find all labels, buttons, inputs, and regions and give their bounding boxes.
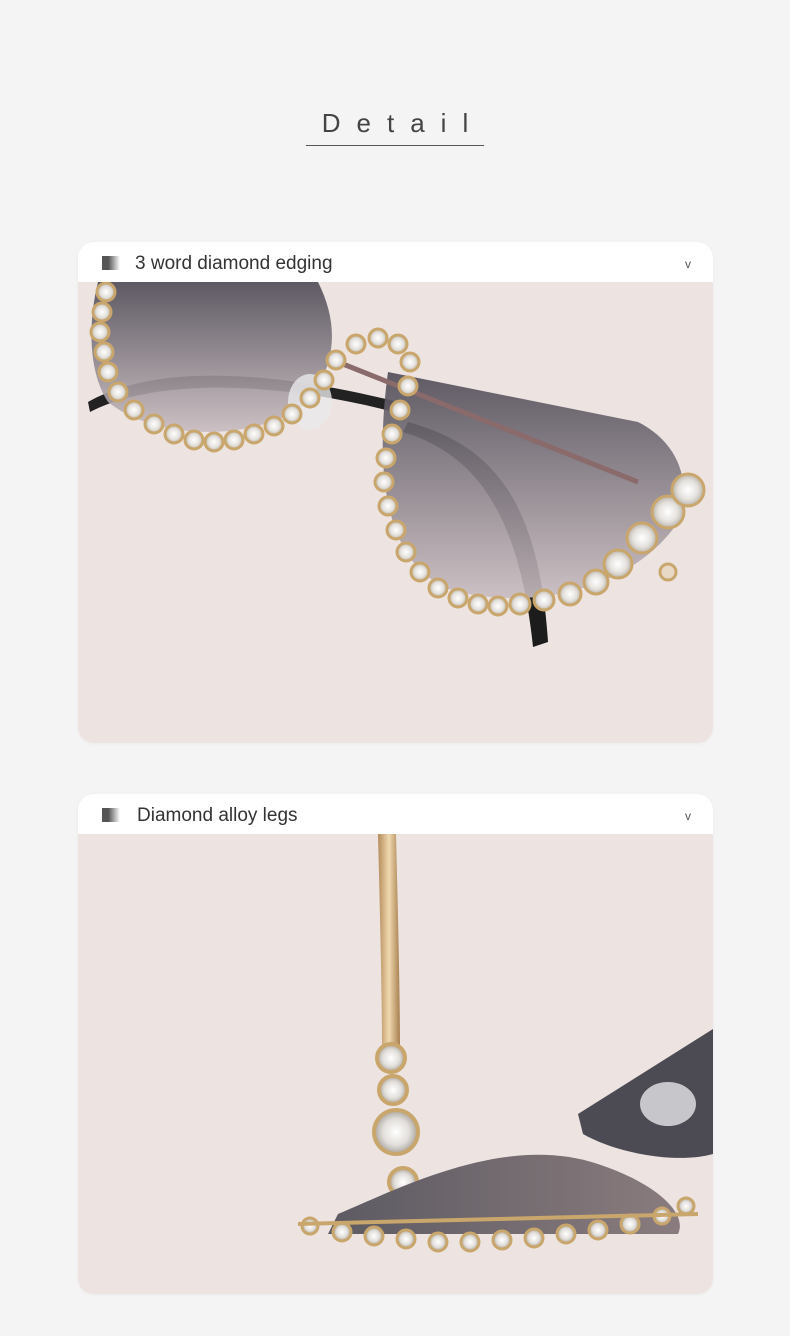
gradient-square-icon [102,808,120,822]
section-heading: Detail [0,108,790,146]
card-title: Diamond alloy legs [137,805,298,826]
card-header[interactable]: 3 word diamond edging v [78,242,713,282]
card-header[interactable]: Diamond alloy legs v [78,794,713,834]
detail-title: Detail [305,108,485,146]
glasses-diamond-edging-photo [78,282,713,743]
card-title: 3 word diamond edging [135,253,333,274]
chevron-down-icon[interactable]: v [685,809,691,823]
gradient-square-icon [102,256,120,270]
chevron-down-icon[interactable]: v [685,257,691,271]
detail-card-alloy-legs: Diamond alloy legs v [78,794,713,1294]
glasses-alloy-legs-photo [78,834,713,1294]
detail-card-diamond-edging: 3 word diamond edging v [78,242,713,743]
